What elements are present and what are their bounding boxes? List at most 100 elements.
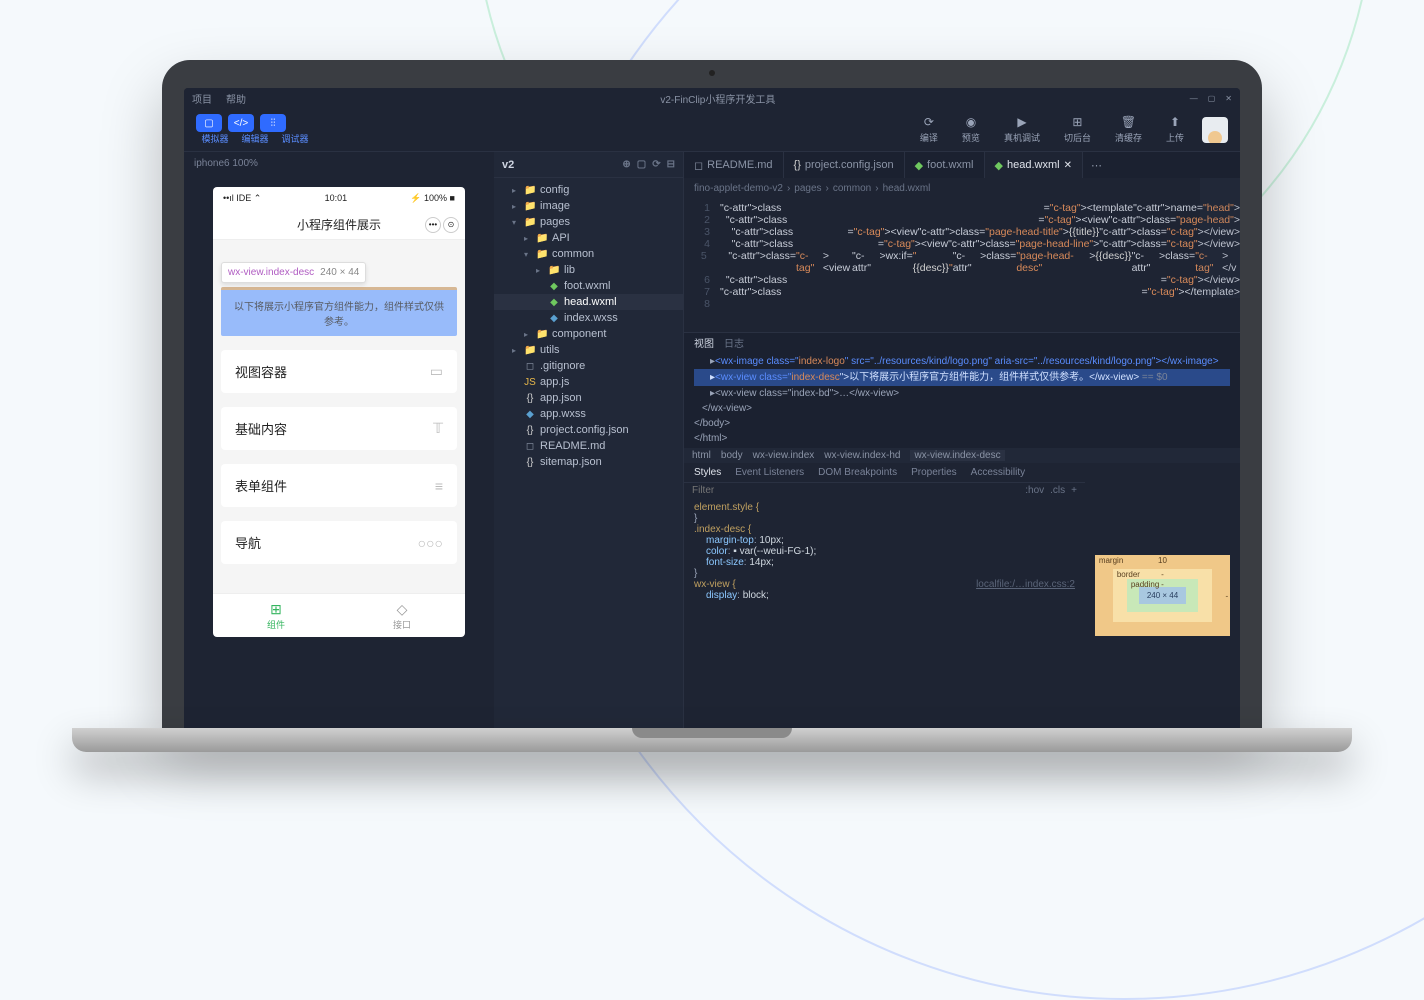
- code-editor[interactable]: 1"c-attr">class="c-tag"><template "c-att…: [684, 198, 1240, 314]
- chevron-icon: ▸: [512, 202, 520, 211]
- menu-card[interactable]: 基础内容𝕋: [221, 407, 457, 450]
- editor-tab[interactable]: ◆foot.wxml: [905, 152, 985, 178]
- code-line[interactable]: 5 "c-attr">class="c-tag"><view "c-attr">…: [684, 250, 1240, 274]
- dom-line[interactable]: </wx-view>: [694, 401, 1230, 416]
- dom-line[interactable]: </body>: [694, 416, 1230, 431]
- dom-line[interactable]: </html>: [694, 431, 1230, 446]
- laptop-frame: 项目 帮助 v2-FinClip小程序开发工具 — ▢ ✕ ▢ </> ⫶⫶: [162, 60, 1262, 752]
- tree-node[interactable]: ◆index.wxss: [494, 310, 683, 326]
- tree-node[interactable]: ▾📁common: [494, 246, 683, 262]
- devtools-tab-log[interactable]: 日志: [724, 335, 744, 350]
- cls-button[interactable]: .cls: [1050, 485, 1065, 496]
- phone-body[interactable]: wx-view.index-desc 240 × 44 以下将展示小程序官方组件…: [213, 240, 465, 593]
- tree-node[interactable]: {}sitemap.json: [494, 454, 683, 470]
- maximize-icon[interactable]: ▢: [1208, 94, 1216, 103]
- crumb[interactable]: pages: [794, 183, 821, 194]
- tree-node[interactable]: ◻README.md: [494, 438, 683, 454]
- capsule-more-icon[interactable]: •••: [425, 217, 441, 233]
- editor-tab[interactable]: {}project.config.json: [784, 152, 905, 178]
- new-file-icon[interactable]: ⊕: [622, 159, 630, 170]
- menu-card[interactable]: 视图容器▭: [221, 350, 457, 393]
- tree-node[interactable]: ◆app.wxss: [494, 406, 683, 422]
- new-folder-icon[interactable]: ▢: [637, 159, 646, 170]
- tree-node[interactable]: JSapp.js: [494, 374, 683, 390]
- simulator-pill[interactable]: ▢: [196, 114, 222, 132]
- style-filter-input[interactable]: [692, 485, 752, 496]
- style-tab[interactable]: Accessibility: [971, 467, 1025, 478]
- tabs-more-icon[interactable]: ⋯: [1083, 152, 1110, 178]
- editor-pill[interactable]: </>: [228, 114, 254, 132]
- code-line[interactable]: 6 "c-attr">class="c-tag"></view>: [684, 274, 1240, 286]
- dom-crumb[interactable]: wx-view.index: [753, 450, 815, 461]
- debugger-pill[interactable]: ⫶⫶: [260, 114, 286, 132]
- hov-button[interactable]: :hov: [1025, 485, 1044, 496]
- menu-card[interactable]: 表单组件≡: [221, 464, 457, 507]
- dom-crumb[interactable]: wx-view.index-hd: [824, 450, 900, 461]
- tree-node[interactable]: {}project.config.json: [494, 422, 683, 438]
- close-icon[interactable]: ✕: [1225, 94, 1232, 103]
- code-line[interactable]: 3 "c-attr">class="c-tag"><view "c-attr">…: [684, 226, 1240, 238]
- minimize-icon[interactable]: —: [1190, 94, 1198, 103]
- tree-node[interactable]: ▸📁utils: [494, 342, 683, 358]
- menu-help[interactable]: 帮助: [226, 91, 246, 106]
- style-tab[interactable]: Event Listeners: [735, 467, 804, 478]
- tabbar-item[interactable]: ⊞组件: [213, 594, 339, 637]
- add-rule-button[interactable]: +: [1071, 485, 1077, 496]
- close-tab-icon[interactable]: ✕: [1064, 160, 1072, 171]
- code-line[interactable]: 1"c-attr">class="c-tag"><template "c-att…: [684, 202, 1240, 214]
- inspect-dimensions: 240 × 44: [320, 267, 359, 278]
- style-tabs: Styles Event Listeners DOM Breakpoints Prop…: [684, 463, 1085, 483]
- dom-line[interactable]: ▸<wx-view class="index-bd">…</wx-view>: [694, 386, 1230, 401]
- dom-tree[interactable]: ▸<wx-image class="index-logo" src="../re…: [684, 352, 1240, 448]
- tree-node[interactable]: ▸📁config: [494, 182, 683, 198]
- code-line[interactable]: 8: [684, 298, 1240, 310]
- crumb[interactable]: fino-applet-demo-v2: [694, 183, 783, 194]
- dom-selected-node[interactable]: ▸<wx-view class="index-desc">以下将展示小程序官方组…: [694, 369, 1230, 386]
- menu-project[interactable]: 项目: [192, 91, 212, 106]
- editor-tab[interactable]: ◻README.md: [684, 152, 784, 178]
- style-tab[interactable]: Styles: [694, 467, 721, 478]
- crumb[interactable]: common: [833, 183, 871, 194]
- collapse-icon[interactable]: ⊟: [667, 159, 675, 170]
- toolbar-action-编译[interactable]: ⟳编译: [920, 115, 938, 144]
- folder-icon: 📁: [536, 249, 548, 260]
- tree-node[interactable]: ▾📁pages: [494, 214, 683, 230]
- dom-line[interactable]: <wx-image class=": [715, 356, 799, 367]
- refresh-icon[interactable]: ⟳: [652, 159, 660, 170]
- user-avatar[interactable]: [1202, 117, 1228, 143]
- code-line[interactable]: 4 "c-attr">class="c-tag"><view "c-attr">…: [684, 238, 1240, 250]
- capsule-close-icon[interactable]: ⊙: [443, 217, 459, 233]
- crumb[interactable]: head.wxml: [883, 183, 931, 194]
- toolbar-action-清缓存[interactable]: 🗑清缓存: [1115, 115, 1142, 144]
- tree-node[interactable]: ◆head.wxml: [494, 294, 683, 310]
- css-rules[interactable]: element.style {}.index-desc {</span></di…: [684, 498, 1085, 605]
- toolbar-action-预览[interactable]: ◉预览: [962, 115, 980, 144]
- tree-node[interactable]: ◆foot.wxml: [494, 278, 683, 294]
- tree-node[interactable]: {}app.json: [494, 390, 683, 406]
- devtools: 视图 日志 ▸<wx-image class="index-logo" src=…: [684, 332, 1240, 728]
- tree-node[interactable]: ▸📁image: [494, 198, 683, 214]
- editor-tab[interactable]: ◆head.wxml✕: [985, 152, 1083, 178]
- tree-node[interactable]: ▸📁component: [494, 326, 683, 342]
- style-tab[interactable]: DOM Breakpoints: [818, 467, 897, 478]
- toolbar-action-icon: ⬆: [1170, 115, 1180, 129]
- menu-card[interactable]: 导航○○○: [221, 521, 457, 564]
- window-controls: — ▢ ✕: [1190, 94, 1232, 103]
- tree-node[interactable]: ▸📁lib: [494, 262, 683, 278]
- dom-crumb[interactable]: html: [692, 450, 711, 461]
- project-root-name[interactable]: v2: [502, 159, 514, 171]
- code-line[interactable]: 2 "c-attr">class="c-tag"><view "c-attr">…: [684, 214, 1240, 226]
- toolbar-action-真机调试[interactable]: ▶真机调试: [1004, 115, 1040, 144]
- toolbar-action-上传[interactable]: ⬆上传: [1166, 115, 1184, 144]
- dom-crumb[interactable]: body: [721, 450, 743, 461]
- tree-node[interactable]: ◻.gitignore: [494, 358, 683, 374]
- simulator-panel: iphone6 100% ••ıl IDE ⌃ 10:01 ⚡ 100% ■ 小…: [184, 152, 494, 728]
- devtools-tab-view[interactable]: 视图: [694, 335, 714, 350]
- style-tab[interactable]: Properties: [911, 467, 957, 478]
- tree-node[interactable]: ▸📁API: [494, 230, 683, 246]
- code-line[interactable]: 7"c-attr">class="c-tag"></template>: [684, 286, 1240, 298]
- tabbar-item[interactable]: ◇接口: [339, 594, 465, 637]
- toolbar-action-切后台[interactable]: ⊞切后台: [1064, 115, 1091, 144]
- minimap[interactable]: [1200, 178, 1240, 298]
- dom-crumb[interactable]: wx-view.index-desc: [910, 450, 1004, 461]
